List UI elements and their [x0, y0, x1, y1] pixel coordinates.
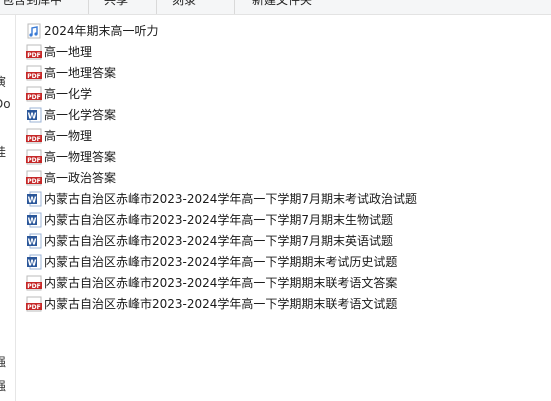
file-name: 高一政治答案 [44, 170, 117, 185]
nav-pane-fragment[interactable]: 娃 [0, 143, 6, 160]
svg-text:PDF: PDF [27, 136, 40, 143]
pdf-file-icon: PDF [26, 128, 42, 144]
pdf-file-icon: PDF [26, 275, 42, 291]
file-row[interactable]: W 内蒙古自治区赤峰市2023-2024学年高一下学期期末考试历史试题 [22, 251, 542, 272]
file-name: 高一地理 [44, 44, 93, 59]
svg-text:W: W [28, 237, 37, 246]
file-row[interactable]: W 内蒙古自治区赤峰市2023-2024学年高一下学期7月期末考试政治试题 [22, 188, 542, 209]
word-file-icon: W [26, 233, 42, 249]
file-name: 内蒙古自治区赤峰市2023-2024学年高一下学期期末考试历史试题 [44, 254, 398, 269]
pdf-file-icon: PDF [26, 44, 42, 60]
file-row[interactable]: PDF 内蒙古自治区赤峰市2023-2024学年高一下学期期末联考语文试题 [22, 293, 542, 314]
file-name: 2024年期末高一听力 [44, 23, 159, 38]
file-name: 内蒙古自治区赤峰市2023-2024学年高一下学期期末联考语文试题 [44, 296, 398, 311]
pdf-file-icon: PDF [26, 296, 42, 312]
nav-pane-fragment[interactable]: Do [0, 97, 11, 111]
toolbar-separator [88, 0, 89, 14]
svg-text:PDF: PDF [27, 157, 40, 164]
file-row[interactable]: PDF 内蒙古自治区赤峰市2023-2024学年高一下学期期末联考语文答案 [22, 272, 542, 293]
svg-text:W: W [28, 258, 37, 267]
nav-pane-fragment[interactable]: 演 [0, 73, 6, 90]
file-name: 高一物理答案 [44, 149, 117, 164]
svg-text:W: W [28, 111, 37, 120]
nav-pane-fragment[interactable]: 强 [0, 353, 6, 370]
navigation-pane[interactable]: 演 Do 娃 强 强 [0, 15, 16, 401]
toolbar-include-in-library[interactable]: 包含到库中 [2, 0, 62, 8]
pdf-file-icon: PDF [26, 149, 42, 165]
file-name: 高一化学答案 [44, 107, 117, 122]
explorer-toolbar: 包含到库中 共享 刻录 新建文件夹 [0, 0, 551, 15]
svg-text:PDF: PDF [27, 52, 40, 59]
file-name: 内蒙古自治区赤峰市2023-2024学年高一下学期7月期末生物试题 [44, 212, 394, 227]
file-name: 高一地理答案 [44, 65, 117, 80]
file-name: 高一化学 [44, 86, 93, 101]
toolbar-share[interactable]: 共享 [104, 0, 128, 8]
pdf-file-icon: PDF [26, 86, 42, 102]
file-row[interactable]: PDF 高一物理答案 [22, 146, 542, 167]
file-name: 内蒙古自治区赤峰市2023-2024学年高一下学期7月期末英语试题 [44, 233, 394, 248]
toolbar-new-folder[interactable]: 新建文件夹 [252, 0, 312, 8]
toolbar-separator [156, 0, 157, 14]
word-file-icon: W [26, 191, 42, 207]
audio-file-icon [26, 23, 42, 39]
file-row[interactable]: 2024年期末高一听力 [22, 20, 542, 41]
pdf-file-icon: PDF [26, 65, 42, 81]
file-name: 高一物理 [44, 128, 93, 143]
file-row[interactable]: PDF 高一化学 [22, 83, 542, 104]
svg-text:W: W [28, 216, 37, 225]
file-row[interactable]: PDF 高一政治答案 [22, 167, 542, 188]
svg-text:PDF: PDF [27, 178, 40, 185]
svg-text:PDF: PDF [27, 283, 40, 290]
nav-pane-fragment[interactable]: 强 [0, 377, 6, 394]
word-file-icon: W [26, 107, 42, 123]
file-row[interactable]: W 高一化学答案 [22, 104, 542, 125]
word-file-icon: W [26, 212, 42, 228]
file-name: 内蒙古自治区赤峰市2023-2024学年高一下学期期末联考语文答案 [44, 275, 398, 290]
file-row[interactable]: W 内蒙古自治区赤峰市2023-2024学年高一下学期7月期末英语试题 [22, 230, 542, 251]
svg-text:PDF: PDF [27, 304, 40, 311]
file-name: 内蒙古自治区赤峰市2023-2024学年高一下学期7月期末考试政治试题 [44, 191, 418, 206]
file-row[interactable]: PDF 高一物理 [22, 125, 542, 146]
toolbar-burn[interactable]: 刻录 [172, 0, 196, 8]
file-row[interactable]: PDF 高一地理答案 [22, 62, 542, 83]
file-list: 2024年期末高一听力 PDF 高一地理 PDF 高一地理答案 PDF 高一化学 W 高一化学答… [22, 20, 542, 314]
toolbar-separator [234, 0, 235, 14]
word-file-icon: W [26, 254, 42, 270]
file-row[interactable]: W 内蒙古自治区赤峰市2023-2024学年高一下学期7月期末生物试题 [22, 209, 542, 230]
svg-text:PDF: PDF [27, 94, 40, 101]
svg-text:PDF: PDF [27, 73, 40, 80]
pdf-file-icon: PDF [26, 170, 42, 186]
svg-text:W: W [28, 195, 37, 204]
file-row[interactable]: PDF 高一地理 [22, 41, 542, 62]
